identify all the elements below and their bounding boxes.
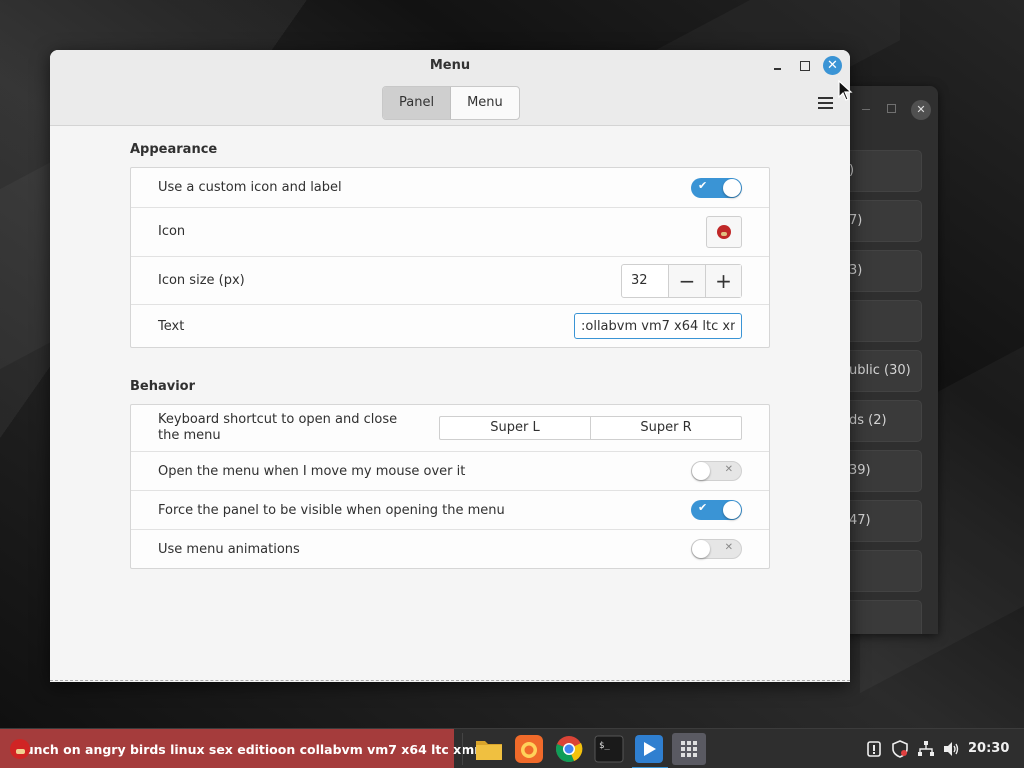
- increment-button[interactable]: +: [705, 265, 741, 297]
- minimize-icon[interactable]: [862, 109, 870, 110]
- force-panel-label: Force the panel to be visible when openi…: [158, 503, 505, 518]
- taskbar: launch on angry birds linux sex editioon…: [0, 728, 1024, 768]
- hover-switch[interactable]: ✕: [691, 461, 742, 481]
- angry-bird-icon: [717, 225, 731, 239]
- bottom-dashed-divider: [50, 680, 850, 681]
- row-text: Text: [131, 305, 769, 348]
- taskbar-separator: [462, 733, 463, 765]
- close-icon: ✕: [827, 58, 838, 73]
- check-icon: ✔: [698, 179, 708, 192]
- text-input[interactable]: [574, 313, 742, 339]
- titlebar: Menu ✕ Panel Menu: [50, 50, 850, 126]
- tab-menu[interactable]: Menu: [451, 87, 519, 119]
- icon-size-label: Icon size (px): [158, 273, 245, 288]
- check-icon: ✔: [698, 501, 708, 514]
- volume-icon[interactable]: [942, 740, 960, 758]
- files-icon[interactable]: [474, 734, 504, 764]
- window-title: Menu: [429, 58, 471, 73]
- row-animations: Use menu animations ✕: [131, 530, 769, 568]
- clock[interactable]: 20:30: [968, 729, 1009, 768]
- force-panel-switch[interactable]: ✔: [691, 500, 742, 520]
- shortcut-secondary-button[interactable]: Super R: [590, 417, 741, 439]
- settings-window: Menu ✕ Panel Menu Appearance Use a custo…: [50, 50, 850, 682]
- tab-switcher: Panel Menu: [382, 86, 520, 120]
- notifications-icon[interactable]: [866, 740, 882, 758]
- shortcut-keys: Super L Super R: [439, 416, 742, 440]
- apps-grid-icon[interactable]: [672, 733, 706, 765]
- icon-size-stepper: 32 − +: [621, 264, 742, 298]
- svg-text:$_: $_: [599, 741, 610, 751]
- hover-label: Open the menu when I move my mouse over …: [158, 464, 466, 479]
- animations-label: Use menu animations: [158, 542, 300, 557]
- mouse-cursor-icon: [838, 80, 853, 101]
- icon-label: Icon: [158, 224, 186, 239]
- row-shortcut: Keyboard shortcut to open and close the …: [131, 405, 769, 452]
- section-title-appearance: Appearance: [130, 142, 218, 157]
- custom-icon-label: Use a custom icon and label: [158, 180, 342, 195]
- row-hover: Open the menu when I move my mouse over …: [131, 452, 769, 491]
- animations-switch[interactable]: ✕: [691, 539, 742, 559]
- minimize-button[interactable]: [772, 60, 784, 72]
- taskbar-app-label: launch on angry birds linux sex editioon…: [12, 741, 481, 757]
- minus-icon: −: [678, 269, 696, 293]
- maximize-button[interactable]: [798, 60, 812, 74]
- firefox-icon[interactable]: [514, 734, 544, 764]
- close-button[interactable]: ✕: [823, 56, 842, 75]
- shortcut-primary-button[interactable]: Super L: [440, 417, 590, 439]
- row-force-panel: Force the panel to be visible when openi…: [131, 491, 769, 530]
- taskbar-active-app[interactable]: launch on angry birds linux sex editioon…: [0, 729, 480, 768]
- media-player-icon[interactable]: [634, 734, 664, 764]
- custom-icon-switch[interactable]: ✔: [691, 178, 742, 198]
- row-icon-size: Icon size (px) 32 − +: [131, 257, 769, 305]
- icon-size-input[interactable]: 32: [622, 265, 669, 297]
- icon-chooser-button[interactable]: [706, 216, 742, 248]
- x-icon: ✕: [724, 542, 733, 553]
- maximize-icon[interactable]: [887, 104, 896, 113]
- hamburger-menu-icon[interactable]: [818, 96, 834, 110]
- close-icon[interactable]: ✕: [911, 100, 931, 120]
- terminal-icon[interactable]: $_: [594, 734, 624, 764]
- plus-icon: +: [715, 269, 732, 293]
- appearance-card: Use a custom icon and label ✔ Icon Icon …: [130, 167, 770, 348]
- tab-panel[interactable]: Panel: [383, 87, 452, 119]
- chrome-icon[interactable]: [554, 734, 584, 764]
- shield-icon[interactable]: [891, 740, 909, 758]
- x-icon: ✕: [724, 464, 733, 475]
- network-icon[interactable]: [917, 740, 935, 758]
- section-title-behavior: Behavior: [130, 379, 196, 394]
- behavior-card: Keyboard shortcut to open and close the …: [130, 404, 770, 569]
- row-custom-icon: Use a custom icon and label ✔: [131, 168, 769, 208]
- decrement-button[interactable]: −: [669, 265, 705, 297]
- text-label: Text: [158, 319, 185, 334]
- shortcut-label: Keyboard shortcut to open and close the …: [158, 412, 398, 443]
- row-icon: Icon: [131, 208, 769, 257]
